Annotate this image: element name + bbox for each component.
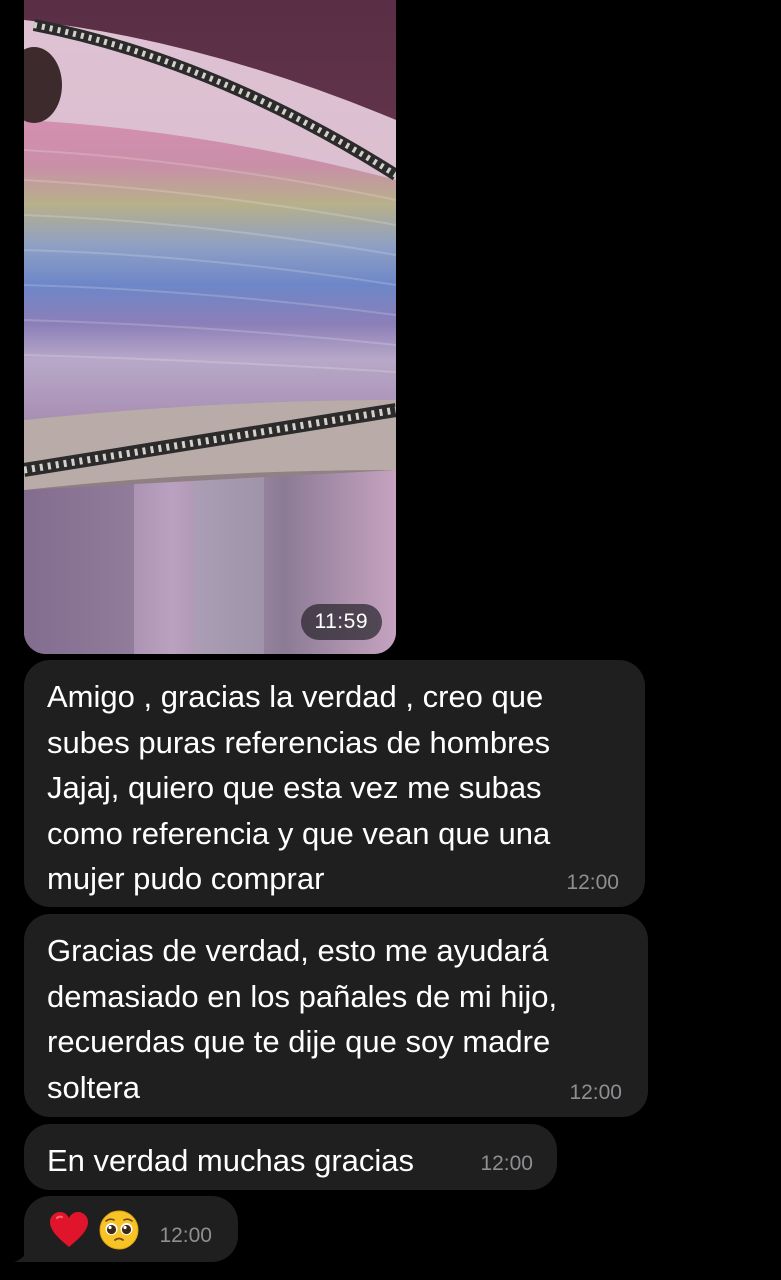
message-line: mujer pudo comprar [47,861,325,896]
message-line: En verdad muchas gracias [47,1143,415,1178]
photo-message[interactable]: 11:59 [24,0,396,654]
message-line: Jajaj, quiero que esta vez me subas [47,770,542,805]
message-line: Gracias de verdad, esto me ayudará [47,933,549,968]
pleading-face-icon [99,1210,139,1250]
message-bubble[interactable]: Amigo , gracias la verdad , creo que sub… [24,660,645,907]
wallet-photo[interactable] [24,0,396,654]
message-line: soltera [47,1069,141,1105]
message-line: subes puras referencias de hombres [47,724,551,760]
message-line: demasiado en los pañales de mi hijo, [47,978,558,1014]
message-line: recuerdas que te dije que soy madre [47,1024,551,1059]
message-line: como referencia y que vean que una [47,815,551,851]
message-bubble[interactable]: Gracias de verdad, esto me ayudará demas… [24,914,648,1117]
message-bubble[interactable]: En verdad muchas gracias 12:00 [24,1124,557,1190]
message-timestamp: 12:00 [480,1152,533,1175]
photo-timestamp: 11:59 [300,604,382,640]
message-timestamp: 12:00 [569,1081,622,1104]
message-timestamp: 12:00 [159,1224,212,1247]
bubble-tail [14,1238,40,1262]
chat-view: 11:59 Amigo , gracias la verdad , creo q… [0,0,781,1280]
emoji-message-bubble[interactable]: 12:00 [24,1196,238,1262]
message-line: Amigo , gracias la verdad , creo que [47,679,544,714]
message-timestamp: 12:00 [566,871,619,894]
heart-icon [50,1212,88,1247]
